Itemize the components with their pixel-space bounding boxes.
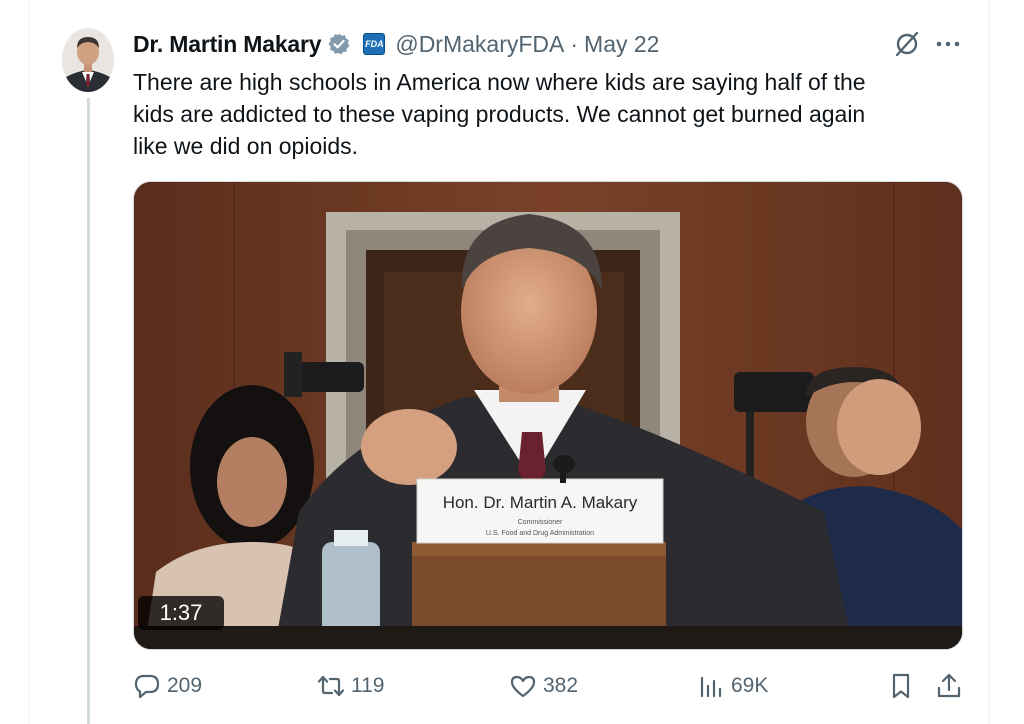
views-button[interactable]: 69K	[697, 668, 768, 704]
thread-line	[87, 98, 90, 724]
more-icon[interactable]	[934, 30, 962, 58]
nameplate-agency: U.S. Food and Drug Administration	[486, 530, 594, 537]
reply-count: 209	[167, 674, 203, 697]
author-handle[interactable]: @DrMakaryFDA	[395, 31, 564, 58]
nameplate-title: Commissioner	[518, 519, 563, 526]
reply-button[interactable]: 209	[133, 668, 202, 704]
author-display-name[interactable]: Dr. Martin Makary	[133, 31, 322, 58]
views-icon	[700, 676, 722, 698]
tweet-text: There are high schools in America now wh…	[133, 69, 866, 159]
separator-dot: ·	[570, 30, 579, 57]
tweet-date[interactable]: May 22	[584, 31, 659, 58]
fda-affiliation-icon[interactable]: FDA	[363, 33, 386, 55]
repost-button[interactable]: 119	[317, 668, 384, 704]
verified-badge-icon[interactable]	[327, 32, 351, 56]
grok-icon[interactable]	[893, 30, 921, 58]
like-button[interactable]: 382	[509, 668, 578, 704]
repost-icon	[317, 675, 345, 697]
tweet-actions: 209 119 382 69K	[133, 668, 963, 704]
reply-icon	[134, 674, 160, 699]
avatar[interactable]	[62, 28, 114, 92]
nameplate-name: Hon. Dr. Martin A. Makary	[443, 493, 638, 512]
bookmark-icon[interactable]	[887, 672, 915, 700]
tweet-header: Dr. Martin Makary FDA @DrMakaryFDA · May…	[133, 28, 659, 60]
column-border-right	[989, 0, 990, 724]
like-count: 382	[543, 674, 579, 697]
column-border-left	[28, 0, 29, 724]
video-player[interactable]: Hon. Dr. Martin A. Makary Commissioner U…	[133, 181, 963, 650]
repost-count: 119	[351, 674, 385, 697]
video-frame: Hon. Dr. Martin A. Makary Commissioner U…	[134, 182, 962, 649]
video-duration-badge: 1:37	[138, 596, 224, 630]
views-count: 69K	[731, 674, 769, 697]
share-icon[interactable]	[935, 672, 963, 700]
heart-icon	[510, 675, 536, 698]
